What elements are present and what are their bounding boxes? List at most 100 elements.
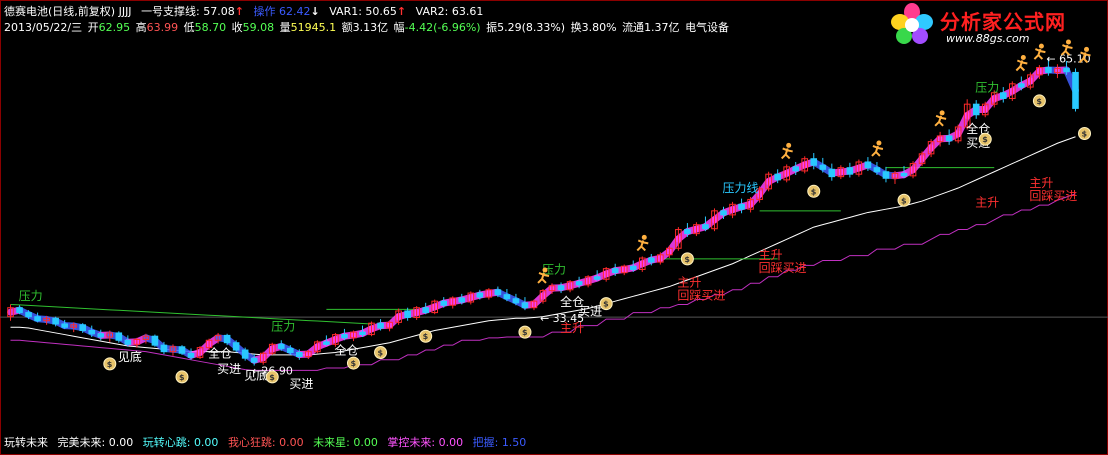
chart-annotation: 回踩买进 [677, 288, 725, 302]
change-value: -4.42(-6.96%) [404, 21, 481, 34]
money-bag-symbol: $ [811, 187, 817, 196]
footer-label: 未来星: [313, 436, 350, 449]
candle-body [1045, 67, 1052, 73]
support-indicator: 一号支撑线: 57.08↑ [141, 5, 244, 18]
candle-body [521, 302, 529, 309]
open-label: 开 [87, 21, 99, 34]
footer-value: 1.50 [501, 436, 527, 449]
candle-body [97, 333, 105, 338]
chart-annotation: 买进 [217, 362, 241, 376]
chart-annotation: 压力 [975, 81, 999, 95]
candle-body [864, 161, 872, 169]
runner-icon [1065, 39, 1071, 45]
money-bag-symbol: $ [1036, 97, 1042, 106]
runner-icon-body [780, 147, 793, 160]
money-bag-symbol: $ [269, 373, 275, 382]
chart-annotation: 主升 [975, 196, 999, 210]
candle-body [819, 164, 827, 170]
candle-body [557, 285, 565, 291]
footer-item-grasp: 把握: 1.50 [473, 436, 527, 449]
runner-icon [1038, 43, 1044, 49]
candle-body [575, 281, 583, 286]
change-field: 幅-4.42(-6.96%) [394, 21, 481, 34]
money-bag-symbol: $ [982, 135, 988, 144]
candle-body [359, 331, 366, 336]
close-value: 59.08 [242, 21, 275, 34]
float-value: 1.37亿 [644, 21, 680, 34]
candle-body [972, 103, 980, 116]
date-label: 2013/05/22/三 [4, 21, 83, 34]
low-field: 低58.70 [184, 21, 227, 34]
volume-label: 量 [279, 21, 291, 34]
money-bag-symbol: $ [350, 359, 356, 368]
candle-body [1072, 71, 1079, 109]
candle-body [882, 171, 890, 179]
chart-annotation: 压力线 [723, 181, 759, 195]
footer-label: 玩转心跳: [142, 436, 191, 449]
money-bag-symbol: $ [179, 373, 185, 382]
candlestick-chart: ← 65.10←26.90← 33.45见底见底全仓买进全仓买进压力压力压力压力… [0, 39, 1108, 391]
low-value: 58.70 [194, 21, 227, 34]
candle-body [323, 341, 330, 345]
logo-title: 分析家公式网 [940, 10, 1066, 34]
candle-body [494, 289, 502, 296]
candle-body [16, 307, 23, 314]
candle-body [648, 257, 655, 263]
candle-body [440, 300, 448, 306]
runner-icon [1020, 54, 1026, 60]
chart-annotation: 买进 [289, 377, 313, 391]
candle-body [341, 334, 348, 339]
amount-label: 额 [341, 21, 353, 34]
chart-annotation: 主升 [1029, 176, 1053, 190]
amount-value: 3.13亿 [352, 21, 389, 34]
arrow-up-icon: ↑ [396, 5, 407, 18]
footer-value: 0.00 [353, 436, 378, 449]
candle-body [250, 357, 258, 363]
runner-icon [939, 110, 945, 116]
arrow-up-icon: ↑ [234, 5, 244, 18]
candle-body [232, 342, 240, 351]
chart-annotation: 回踩买进 [759, 261, 807, 275]
candle-body [810, 158, 818, 166]
float-label: 流通 [622, 21, 645, 34]
chart-annotation: 主升 [759, 248, 783, 262]
candle-body [900, 172, 908, 177]
footer-label: 完美未来: [57, 436, 106, 449]
amount-field: 额3.13亿 [342, 21, 389, 34]
footer-title-label: 玩转未来 [4, 436, 48, 449]
candle-body [945, 135, 953, 142]
footer-value: 0.00 [438, 436, 464, 449]
money-bag-symbol: $ [378, 348, 384, 357]
var2-indicator: VAR2: 63.61 [416, 5, 484, 18]
candle-body [178, 346, 186, 354]
var1-value: 50.65 [365, 5, 397, 18]
candle-body [774, 173, 781, 181]
candle-body [684, 229, 691, 235]
candle-body [1063, 67, 1070, 73]
money-bag-symbol: $ [423, 332, 429, 341]
money-bag-symbol: $ [1082, 130, 1088, 139]
header-line-1: 德赛电池(日线,前复权) JJJJ 一号支撑线: 57.08↑ 操作 62.42… [4, 5, 489, 18]
operate-label: 操作 [253, 5, 276, 18]
chart-annotation: 主升 [677, 275, 701, 289]
candle-body [34, 316, 41, 322]
close-label: 收 [231, 21, 243, 34]
money-bag-symbol: $ [684, 255, 690, 264]
close-field: 收59.08 [232, 21, 275, 34]
amplitude-value: 5.29(8.33%) [497, 21, 566, 34]
open-value: 62.95 [98, 21, 131, 34]
amplitude-field: 振5.29(8.33%) [486, 21, 565, 34]
turnover-label: 换 [570, 21, 582, 34]
candle-body [286, 347, 294, 353]
chart-annotation: 见底 [244, 368, 268, 383]
footer-item-wild: 我心狂跳: 0.00 [228, 436, 304, 449]
footer-item-perfect: 完美未来: 0.00 [58, 436, 134, 449]
turnover-value: 3.80% [581, 21, 617, 34]
candle-body [422, 307, 429, 314]
footer-value: 0.00 [193, 436, 219, 449]
float-field: 流通1.37亿 [622, 21, 680, 34]
change-label: 幅 [393, 21, 405, 34]
candle-body [593, 276, 601, 280]
candle-body [458, 297, 466, 303]
candle-body [124, 339, 132, 345]
